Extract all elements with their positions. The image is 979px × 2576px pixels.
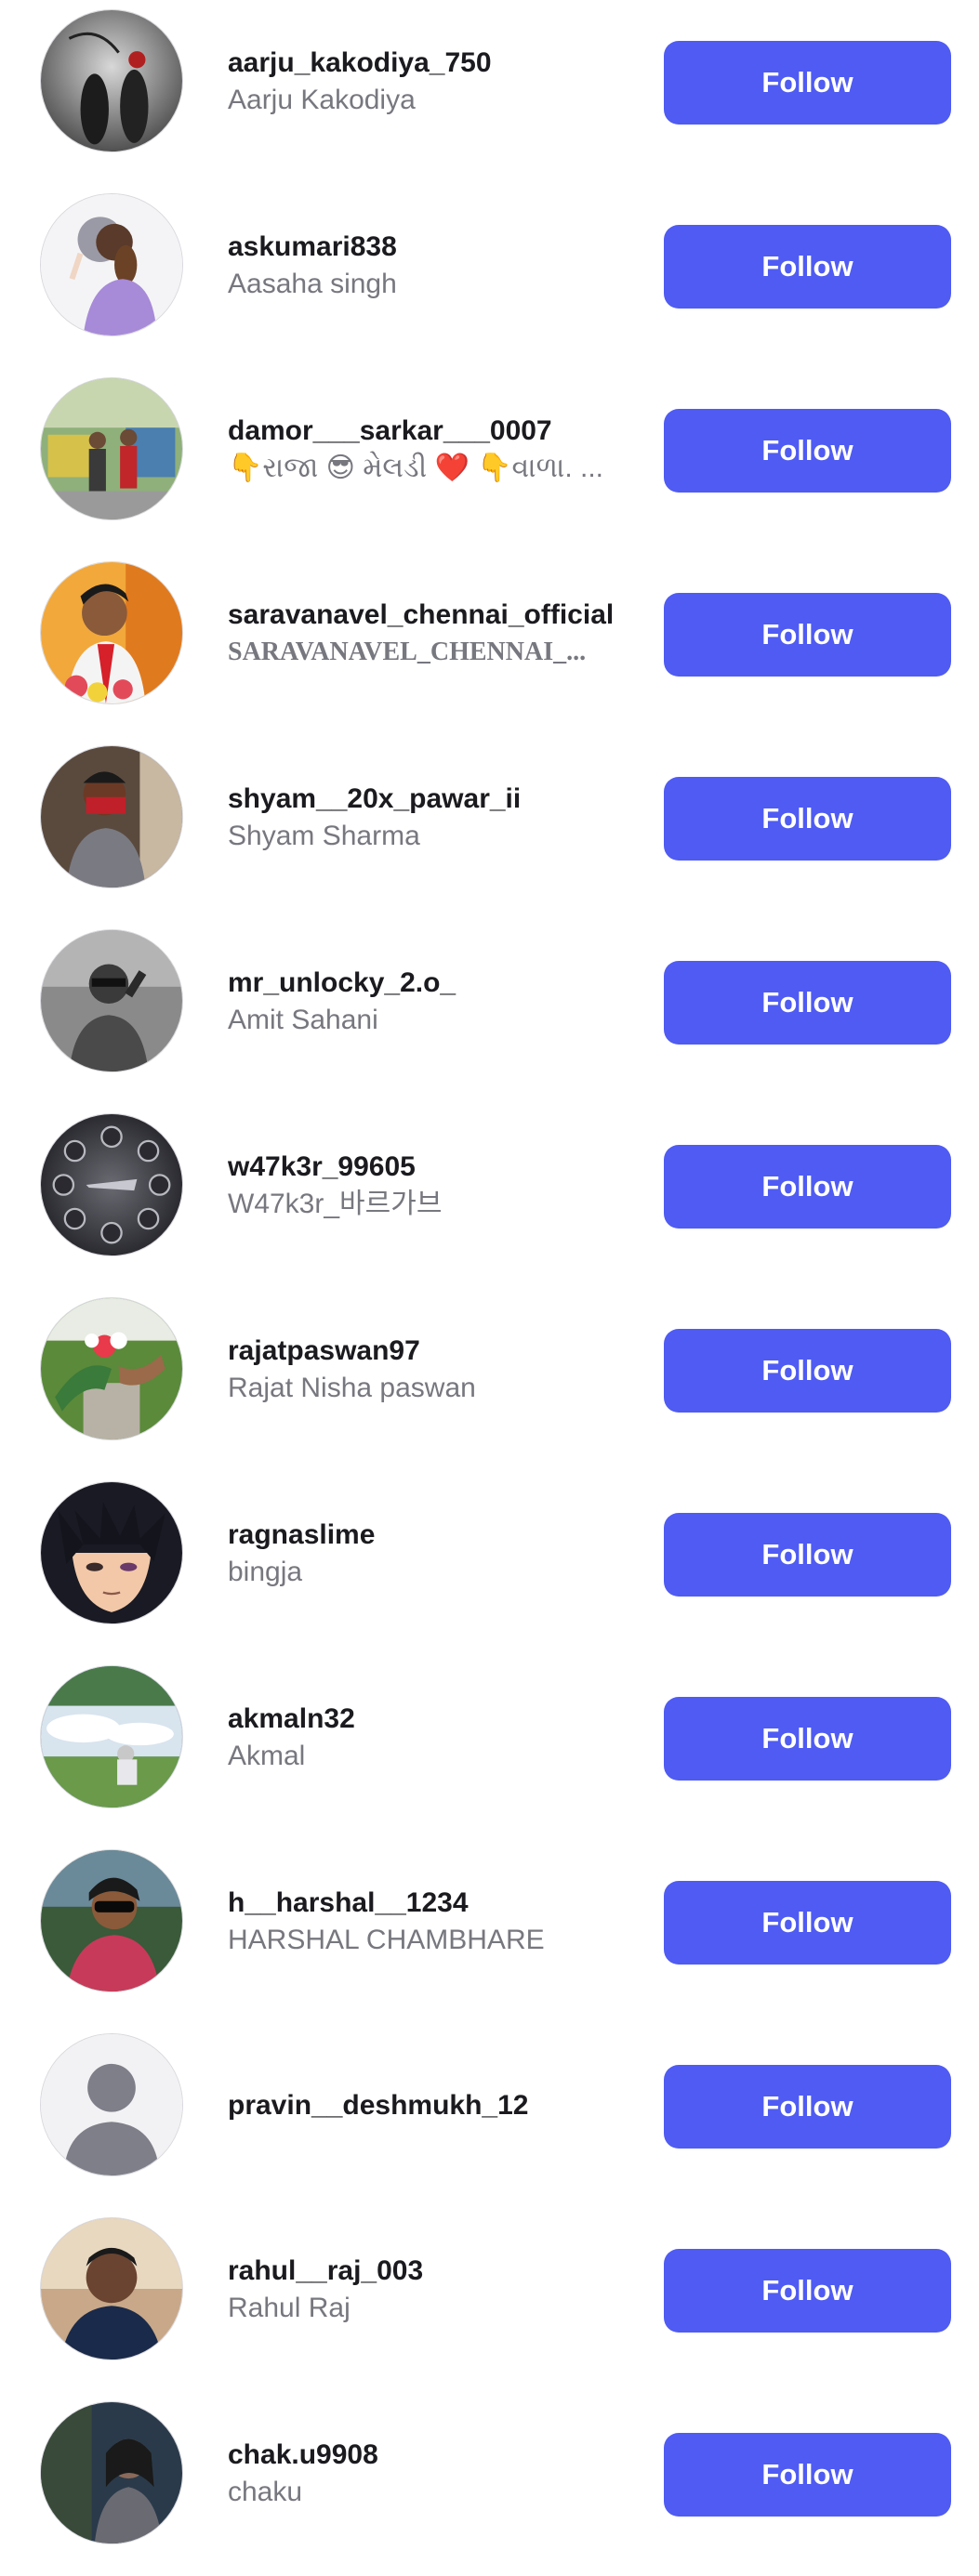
default-avatar-icon[interactable]: [40, 2033, 183, 2176]
user-row[interactable]: rajatpaswan97 Rajat Nisha paswan Follow: [0, 1288, 979, 1472]
photo-avatar-icon[interactable]: [40, 1849, 183, 1992]
user-row[interactable]: rahul__raj_003 Rahul Raj Follow: [0, 2208, 979, 2392]
photo-avatar-icon[interactable]: [40, 929, 183, 1072]
follow-button[interactable]: Follow: [664, 1697, 951, 1781]
follow-button[interactable]: Follow: [664, 593, 951, 677]
follow-button[interactable]: Follow: [664, 2433, 951, 2517]
user-row[interactable]: shyam__20x_pawar_ii Shyam Sharma Follow: [0, 736, 979, 920]
username: shyam__20x_pawar_ii: [228, 783, 522, 814]
user-row[interactable]: askumari838 Aasaha singh Follow: [0, 184, 979, 368]
follow-button[interactable]: Follow: [664, 1881, 951, 1965]
photo-avatar-icon[interactable]: [40, 561, 183, 704]
username: akmaln32: [228, 1703, 355, 1734]
username: pravin__deshmukh_12: [228, 2090, 529, 2121]
user-row[interactable]: pravin__deshmukh_12 Follow: [0, 2024, 979, 2208]
full-name: Aarju Kakodiya: [228, 85, 416, 115]
follow-button[interactable]: Follow: [664, 1513, 951, 1597]
username: ragnaslime: [228, 1519, 376, 1550]
username: rahul__raj_003: [228, 2255, 424, 2286]
photo-avatar-icon[interactable]: [40, 1297, 183, 1440]
user-row[interactable]: h__harshal__1234 HARSHAL CHAMBHARE Follo…: [0, 1840, 979, 2024]
full-name: Aasaha singh: [228, 269, 397, 299]
user-row[interactable]: akmaln32 Akmal Follow: [0, 1656, 979, 1840]
full-name: Amit Sahani: [228, 1005, 378, 1035]
user-row[interactable]: w47k3r_99605 W47k3r_바르가브 Follow: [0, 1104, 979, 1288]
follow-button[interactable]: Follow: [664, 961, 951, 1045]
full-name: chaku: [228, 2477, 303, 2507]
username: rajatpaswan97: [228, 1335, 420, 1366]
user-row[interactable]: ragnaslime bingja Follow: [0, 1472, 979, 1656]
user-row[interactable]: mr_unlocky_2.o_ Amit Sahani Follow: [0, 920, 979, 1104]
user-row[interactable]: saravanavel_chennai_official SARAVANAVEL…: [0, 552, 979, 736]
full-name: Rahul Raj: [228, 2293, 351, 2323]
photo-avatar-icon[interactable]: [40, 1113, 183, 1256]
username: askumari838: [228, 231, 397, 262]
follow-button[interactable]: Follow: [664, 2065, 951, 2149]
follow-button[interactable]: Follow: [664, 2249, 951, 2333]
username: w47k3r_99605: [228, 1151, 416, 1182]
follow-button[interactable]: Follow: [664, 41, 951, 125]
photo-avatar-icon[interactable]: [40, 193, 183, 336]
full-name: Rajat Nisha paswan: [228, 1373, 476, 1403]
full-name: bingja: [228, 1557, 303, 1587]
username: mr_unlocky_2.o_: [228, 967, 456, 998]
username: h__harshal__1234: [228, 1887, 469, 1918]
full-name: Shyam Sharma: [228, 821, 420, 851]
username: aarju_kakodiya_750: [228, 47, 492, 78]
photo-avatar-icon[interactable]: [40, 2217, 183, 2360]
follow-button[interactable]: Follow: [664, 1145, 951, 1229]
follow-button[interactable]: Follow: [664, 409, 951, 493]
full-name: Akmal: [228, 1741, 306, 1771]
photo-avatar-icon[interactable]: [40, 2401, 183, 2544]
suggested-users-list: aarju_kakodiya_750 Aarju Kakodiya Follow…: [0, 0, 979, 2576]
username: chak.u9908: [228, 2439, 378, 2470]
full-name: SARAVANAVEL_CHENNAI_...: [228, 637, 587, 666]
user-row[interactable]: aarju_kakodiya_750 Aarju Kakodiya Follow: [0, 0, 979, 184]
user-row[interactable]: damor___sarkar___0007 👇રાજા 😎 મેલડી ❤️ 👇…: [0, 368, 979, 552]
photo-avatar-icon[interactable]: [40, 1665, 183, 1808]
full-name: 👇રાજા 😎 મેલડી ❤️ 👇વાળા. ...: [228, 453, 603, 483]
photo-avatar-icon[interactable]: [40, 9, 183, 152]
photo-avatar-icon[interactable]: [40, 745, 183, 888]
photo-avatar-icon[interactable]: [40, 1481, 183, 1624]
follow-button[interactable]: Follow: [664, 225, 951, 309]
photo-avatar-icon[interactable]: [40, 377, 183, 520]
user-row[interactable]: chak.u9908 chaku Follow: [0, 2392, 979, 2576]
follow-button[interactable]: Follow: [664, 1329, 951, 1413]
follow-button[interactable]: Follow: [664, 777, 951, 861]
full-name: W47k3r_바르가브: [228, 1189, 443, 1219]
username: saravanavel_chennai_official: [228, 599, 615, 630]
username: damor___sarkar___0007: [228, 415, 552, 446]
full-name: HARSHAL CHAMBHARE: [228, 1925, 545, 1955]
